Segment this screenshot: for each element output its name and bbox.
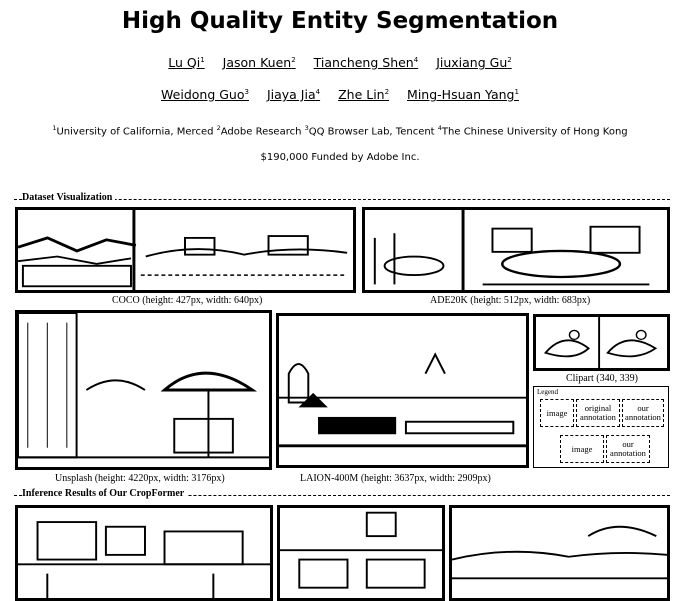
author-link-weidong-guo[interactable]: Weidong Guo3 — [161, 87, 249, 102]
unsplash-image — [15, 310, 272, 470]
authors-row-1: Lu Qi1 Jason Kuen2 Tiancheng Shen4 Jiuxi… — [0, 55, 680, 70]
author-link-lu-qi[interactable]: Lu Qi1 — [168, 55, 204, 70]
section-label-inference: Inference Results of Our CropFormer — [22, 488, 188, 499]
author-link-ming-hsuan-yang[interactable]: Ming-Hsuan Yang1 — [407, 87, 519, 102]
funding-note: $190,000 Funded by Adobe Inc. — [260, 152, 420, 163]
legend-box: Legend image original annotation our ann… — [533, 386, 669, 468]
author-link-jason-kuen[interactable]: Jason Kuen2 — [223, 55, 296, 70]
inference-image-3 — [449, 505, 670, 601]
caption-laion: LAION-400M (height: 3637px, width: 2909p… — [300, 473, 491, 484]
page-title: High Quality Entity Segmentation — [121, 8, 559, 34]
legend-title: Legend — [537, 388, 558, 396]
ade20k-image — [362, 207, 670, 293]
affiliations: 1University of California, Merced 2Adobe… — [52, 124, 628, 138]
author-link-jiaya-jia[interactable]: Jiaya Jia4 — [267, 87, 320, 102]
inference-image-2 — [277, 505, 445, 601]
coco-image — [15, 207, 356, 293]
legend-our-annotation-1: our annotation — [622, 399, 664, 427]
legend-original-annotation: original annotation — [576, 399, 620, 427]
authors-row-2: Weidong Guo3 Jiaya Jia4 Zhe Lin2 Ming-Hs… — [0, 87, 680, 102]
clipart-image — [533, 314, 670, 371]
caption-ade20k: ADE20K (height: 512px, width: 683px) — [430, 295, 591, 306]
legend-our-annotation-2: our annotation — [606, 435, 650, 463]
caption-unsplash: Unsplash (height: 4220px, width: 3176px) — [55, 473, 225, 484]
author-link-zhe-lin[interactable]: Zhe Lin2 — [338, 87, 389, 102]
caption-coco: COCO (height: 427px, width: 640px) — [112, 295, 263, 306]
legend-image-1: image — [540, 399, 574, 427]
caption-clipart: Clipart (340, 339) — [566, 373, 638, 384]
author-link-jiuxiang-gu[interactable]: Jiuxiang Gu2 — [436, 55, 512, 70]
legend-image-2: image — [560, 435, 604, 463]
laion-image — [276, 313, 529, 468]
author-link-tiancheng-shen[interactable]: Tiancheng Shen4 — [314, 55, 419, 70]
section-label-dataset: Dataset Visualization — [22, 192, 116, 203]
inference-image-1 — [15, 505, 273, 601]
